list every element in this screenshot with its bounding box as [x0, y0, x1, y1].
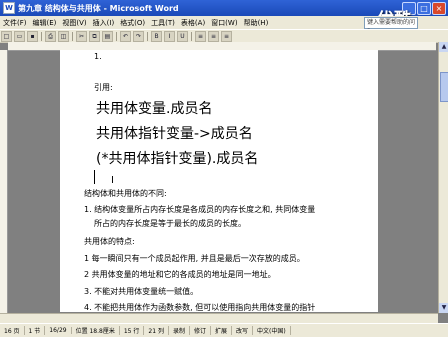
doc-line: 结构体和共用体的不同: — [84, 189, 167, 198]
ibeam-pointer-icon: Ⅰ — [111, 175, 114, 186]
italic-icon[interactable]: I — [164, 30, 175, 42]
status-language: 中文(中国) — [253, 326, 291, 335]
scroll-up-icon[interactable]: ▲ — [439, 42, 448, 52]
copy-icon[interactable]: ⧉ — [89, 30, 100, 42]
text-cursor — [94, 170, 95, 184]
menu-tools[interactable]: 工具(T) — [148, 18, 178, 28]
status-revision[interactable]: 修订 — [190, 326, 211, 335]
status-pages: 16/29 — [45, 327, 72, 334]
paste-icon[interactable]: ▤ — [102, 30, 113, 42]
vertical-ruler — [0, 50, 8, 313]
status-line: 15 行 — [120, 326, 145, 335]
underline-icon[interactable]: U — [177, 30, 188, 42]
close-button[interactable]: × — [432, 2, 446, 15]
status-page: 16 页 — [0, 326, 25, 335]
undo-icon[interactable]: ↶ — [120, 30, 131, 42]
menu-window[interactable]: 窗口(W) — [208, 18, 240, 28]
toolbar-separator — [41, 31, 42, 41]
menu-file[interactable]: 文件(F) — [0, 18, 30, 28]
status-extend[interactable]: 扩展 — [211, 326, 232, 335]
doc-line: 共用体变量.成员名 — [96, 101, 213, 117]
align-right-icon[interactable]: ≡ — [221, 30, 232, 42]
align-center-icon[interactable]: ≡ — [208, 30, 219, 42]
save-icon[interactable]: ▪ — [27, 30, 38, 42]
cut-icon[interactable]: ✂ — [76, 30, 87, 42]
doc-line: 1 每一瞬间只有一个成员起作用, 并且是最后一次存放的成员。 — [84, 254, 305, 263]
doc-line: 所占的内存长度是等于最长的成员的长度。 — [94, 219, 246, 228]
open-icon[interactable]: ▭ — [14, 30, 25, 42]
bold-icon[interactable]: B — [151, 30, 162, 42]
status-bar: 16 页 1 节 16/29 位置 18.8厘米 15 行 21 列 录制 修订… — [0, 323, 448, 337]
help-search-input[interactable]: 键入需要帮助的问题 — [364, 17, 418, 36]
doc-line: 1. — [94, 52, 102, 61]
new-icon[interactable]: □ — [1, 30, 12, 42]
print-icon[interactable]: ⎙ — [45, 30, 56, 42]
toolbar-separator — [116, 31, 117, 41]
status-overtype[interactable]: 改写 — [232, 326, 254, 335]
status-column: 21 列 — [144, 326, 169, 335]
status-position: 位置 18.8厘米 — [72, 326, 120, 335]
standard-toolbar: □ ▭ ▪ ⎙ ◫ ✂ ⧉ ▤ ↶ ↷ B I U ≡ ≡ ≡ — [0, 29, 448, 43]
redo-icon[interactable]: ↷ — [133, 30, 144, 42]
maximize-button[interactable]: □ — [417, 2, 431, 15]
status-record[interactable]: 录制 — [169, 326, 190, 335]
doc-line: 共用体指针变量->成员名 — [96, 126, 253, 142]
toolbar-separator — [72, 31, 73, 41]
doc-line: 2 共用体变量的地址和它的各成员的地址是同一地址。 — [84, 270, 276, 279]
align-left-icon[interactable]: ≡ — [195, 30, 206, 42]
toolbar-separator — [191, 31, 192, 41]
vertical-scrollbar[interactable]: ▲ ▼ — [438, 42, 448, 313]
menu-format[interactable]: 格式(O) — [117, 18, 148, 28]
toolbar-separator — [147, 31, 148, 41]
preview-icon[interactable]: ◫ — [58, 30, 69, 42]
word-icon: W — [3, 2, 15, 14]
menu-view[interactable]: 视图(V) — [59, 18, 89, 28]
doc-line: 1. 结构体变量所占内存长度是各成员的内存长度之和, 共同体变量 — [84, 205, 316, 214]
status-section: 1 节 — [25, 326, 46, 335]
doc-line: 引用: — [94, 83, 113, 92]
scroll-thumb[interactable] — [440, 72, 448, 102]
doc-line: 3. 不能对共用体变量统一赋值。 — [84, 287, 199, 296]
doc-line: 共用体的特点: — [84, 237, 135, 246]
menu-edit[interactable]: 编辑(E) — [30, 18, 60, 28]
menu-table[interactable]: 表格(A) — [178, 18, 208, 28]
menu-insert[interactable]: 插入(I) — [90, 18, 118, 28]
menu-help[interactable]: 帮助(H) — [241, 18, 272, 28]
window-title: 第九章 结构体与共用体 - Microsoft Word — [18, 3, 179, 13]
scroll-down-icon[interactable]: ▼ — [439, 303, 448, 313]
doc-line: (*共用体指针变量).成员名 — [96, 151, 259, 167]
doc-line: 4. 不能把共用体作为函数参数, 但可以使用指向共用体变量的指针 — [84, 303, 316, 312]
